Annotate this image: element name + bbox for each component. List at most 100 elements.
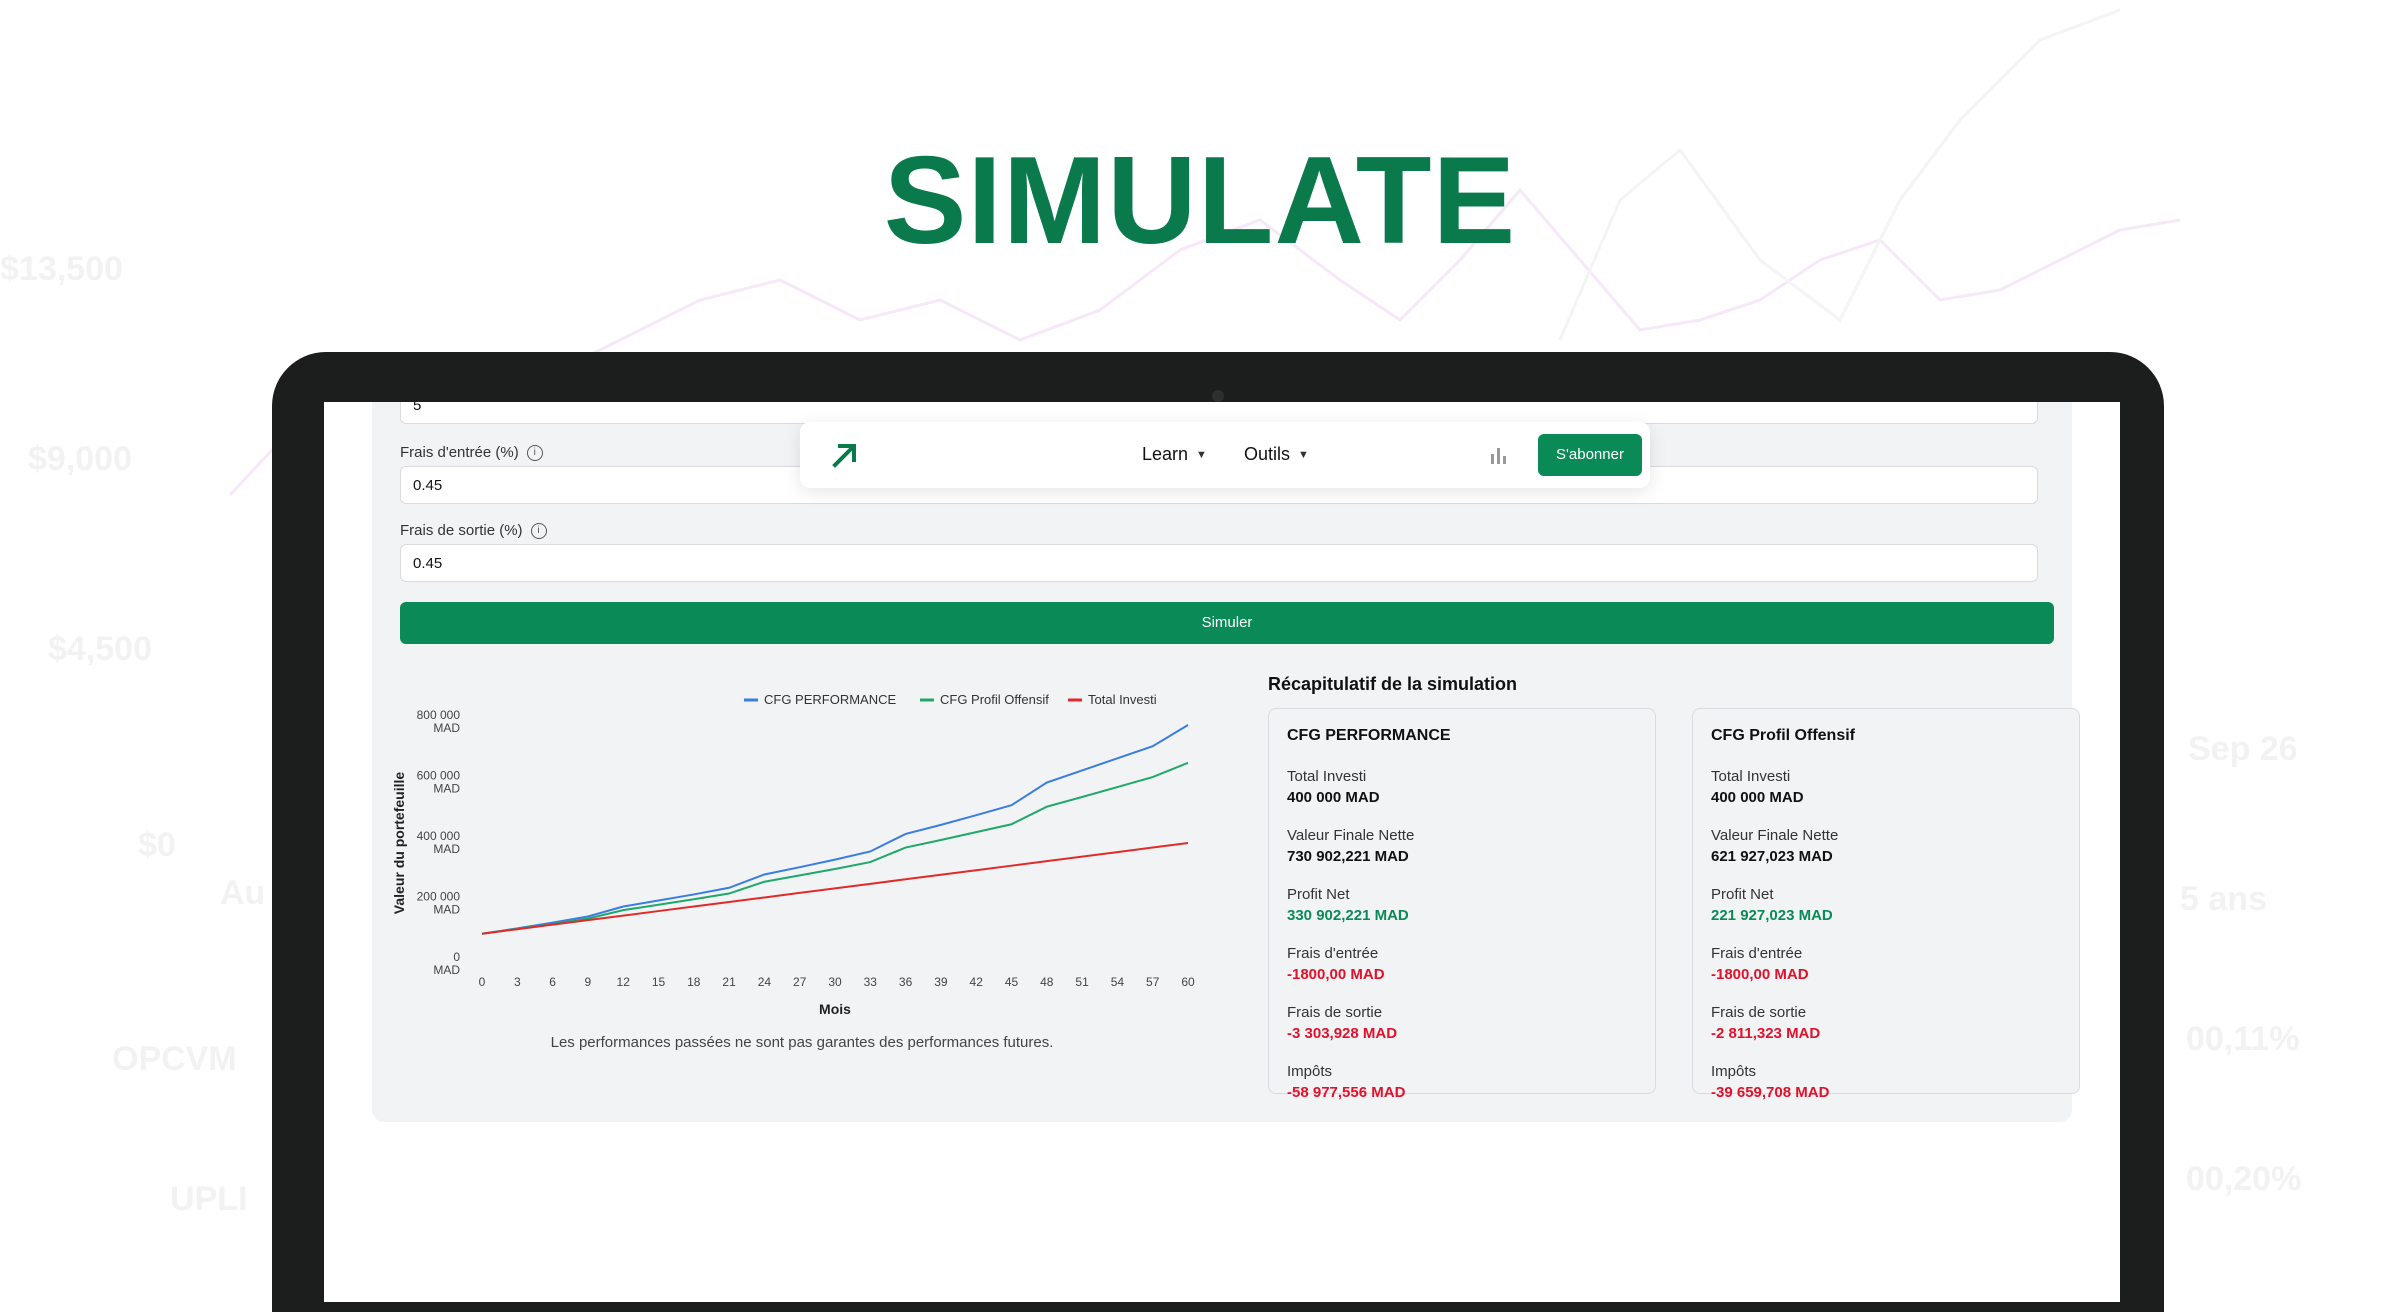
x-tick-label: 24 [758,975,772,989]
summary-row-label: Total Investi [1287,768,1367,785]
laptop-screen: 5 Frais d'entrée (%) i 0.45 Frais de sor… [324,402,2120,1302]
summary-row-label: Impôts [1711,1063,1757,1080]
summary-row: Impôts -39 659,708 MAD [1711,1062,2061,1104]
nav-outils[interactable]: Outils ▼ [1244,444,1309,465]
x-tick-label: 15 [652,975,666,989]
bg-label: 00,20% [2186,1160,2302,1198]
summary-card-cfg-performance: CFG PERFORMANCE Total Investi 400 000 MAD… [1268,708,1656,1101]
summary-row-value: 330 902,221 MAD [1287,907,1409,924]
summary-row: Valeur Finale Nette 730 902,221 MAD [1287,826,1637,868]
bg-label: Au [220,874,266,912]
x-tick-label: 39 [934,975,948,989]
info-icon[interactable]: i [530,522,547,539]
chevron-down-icon: ▼ [1298,448,1309,461]
x-tick-label: 48 [1040,975,1054,989]
exit-fee-label: Frais de sortie (%) i [400,522,547,539]
summary-row-label: Frais de sortie [1711,1004,1807,1021]
x-tick-label: 57 [1146,975,1160,989]
summary-row: Total Investi 400 000 MAD [1711,767,2061,809]
summary-card-cfg-profil-offensif: CFG Profil Offensif Total Investi 400 000… [1692,708,2080,1101]
summary-row: Profit Net 221 927,023 MAD [1711,885,2061,927]
arrow-up-right-icon[interactable] [830,440,860,475]
summary-row: Valeur Finale Nette 621 927,023 MAD [1711,826,2061,868]
camera-dot [1212,390,1224,402]
summary-row-label: Valeur Finale Nette [1287,827,1415,844]
legend-label: Total Investi [1088,692,1157,707]
x-tick-label: 45 [1005,975,1019,989]
y-axis-title: Valeur du portefeuille [392,772,407,915]
x-axis-title: Mois [819,1001,851,1017]
summary-row-value: -3 303,928 MAD [1287,1025,1398,1042]
summary-row-value: 400 000 MAD [1287,789,1380,806]
series-line [481,761,1189,935]
simulate-button[interactable]: Simuler [400,602,2054,644]
legend-label: CFG PERFORMANCE [764,692,897,707]
summary-row-value: -1800,00 MAD [1711,966,1809,983]
x-tick-label: 0 [479,975,486,989]
x-tick-label: 18 [687,975,701,989]
bg-label: OPCVM [112,1040,237,1078]
previous-input-field[interactable]: 5 [400,402,2038,424]
hero-title: SIMULATE [883,132,1517,270]
summary-row-label: Valeur Finale Nette [1711,827,1839,844]
summary-row-value: -1800,00 MAD [1287,966,1385,983]
bg-label: $0 [138,826,176,864]
summary-row-label: Total Investi [1711,768,1791,785]
y-tick-label: MAD [433,903,460,917]
x-tick-label: 3 [514,975,521,989]
summary-row-label: Profit Net [1711,886,1774,903]
summary-row-value: 621 927,023 MAD [1711,848,1833,865]
summary-row: Frais de sortie -2 811,323 MAD [1711,1003,2061,1045]
y-tick-label: MAD [433,963,460,977]
nav-learn[interactable]: Learn ▼ [1142,444,1207,465]
card-title: CFG Profil Offensif [1711,727,1855,744]
summary-row: Frais d'entrée -1800,00 MAD [1711,944,2061,986]
bg-label: $4,500 [48,630,152,668]
x-tick-label: 27 [793,975,807,989]
portfolio-chart: 0 MAD 200 000 MAD 400 000 MAD 600 000 MAD 800 00… [391,662,1212,1082]
exit-fee-label-text: Frais de sortie (%) [400,522,523,539]
portfolio-chart-svg: 0MAD200 000MAD400 000MAD600 000MAD800 00… [391,692,1195,1017]
summary-row: Frais d'entrée -1800,00 MAD [1287,944,1637,986]
summary-row-value: -39 659,708 MAD [1711,1084,1830,1101]
series-line [481,842,1189,935]
summary-row-label: Frais de sortie [1287,1004,1383,1021]
x-tick-label: 42 [970,975,984,989]
card-title: CFG PERFORMANCE [1287,727,1451,744]
summary-row: Impôts -58 977,556 MAD [1287,1062,1637,1104]
y-tick-label: 0 [453,950,460,964]
summary-row-label: Profit Net [1287,886,1350,903]
nav-outils-label: Outils [1244,444,1291,464]
top-navbar: Learn ▼ Outils ▼ S'abonner [800,422,1650,488]
summary-row-value: 221 927,023 MAD [1711,907,1833,924]
bg-label: $9,000 [28,440,132,478]
y-tick-label: 800 000 [417,708,461,722]
bar-chart-icon[interactable] [1488,444,1510,471]
y-tick-label: 600 000 [417,769,461,783]
x-tick-label: 36 [899,975,913,989]
entry-fee-label-text: Frais d'entrée (%) [400,444,519,461]
legend-label: CFG Profil Offensif [940,692,1049,707]
x-tick-label: 6 [549,975,556,989]
x-tick-label: 54 [1111,975,1125,989]
y-tick-label: 400 000 [417,829,461,843]
y-tick-label: 200 000 [417,890,461,904]
summary-row-label: Impôts [1287,1063,1333,1080]
subscribe-button[interactable]: S'abonner [1538,434,1642,476]
summary-row: Total Investi 400 000 MAD [1287,767,1637,809]
x-tick-label: 21 [722,975,736,989]
y-tick-label: MAD [433,721,460,735]
bg-label: 00,11% [2186,1020,2300,1058]
exit-fee-input[interactable]: 0.45 [400,544,2038,582]
summary-row-value: -58 977,556 MAD [1287,1084,1406,1101]
series-line [481,724,1189,935]
x-tick-label: 30 [828,975,842,989]
y-tick-label: MAD [433,842,460,856]
laptop-frame: 5 Frais d'entrée (%) i 0.45 Frais de sor… [272,352,2164,1312]
summary-row-label: Frais d'entrée [1711,945,1803,962]
info-icon[interactable]: i [526,444,543,461]
x-tick-label: 33 [864,975,878,989]
entry-fee-label: Frais d'entrée (%) i [400,444,543,461]
y-tick-label: MAD [433,782,460,796]
summary-row-value: -2 811,323 MAD [1711,1025,1821,1042]
